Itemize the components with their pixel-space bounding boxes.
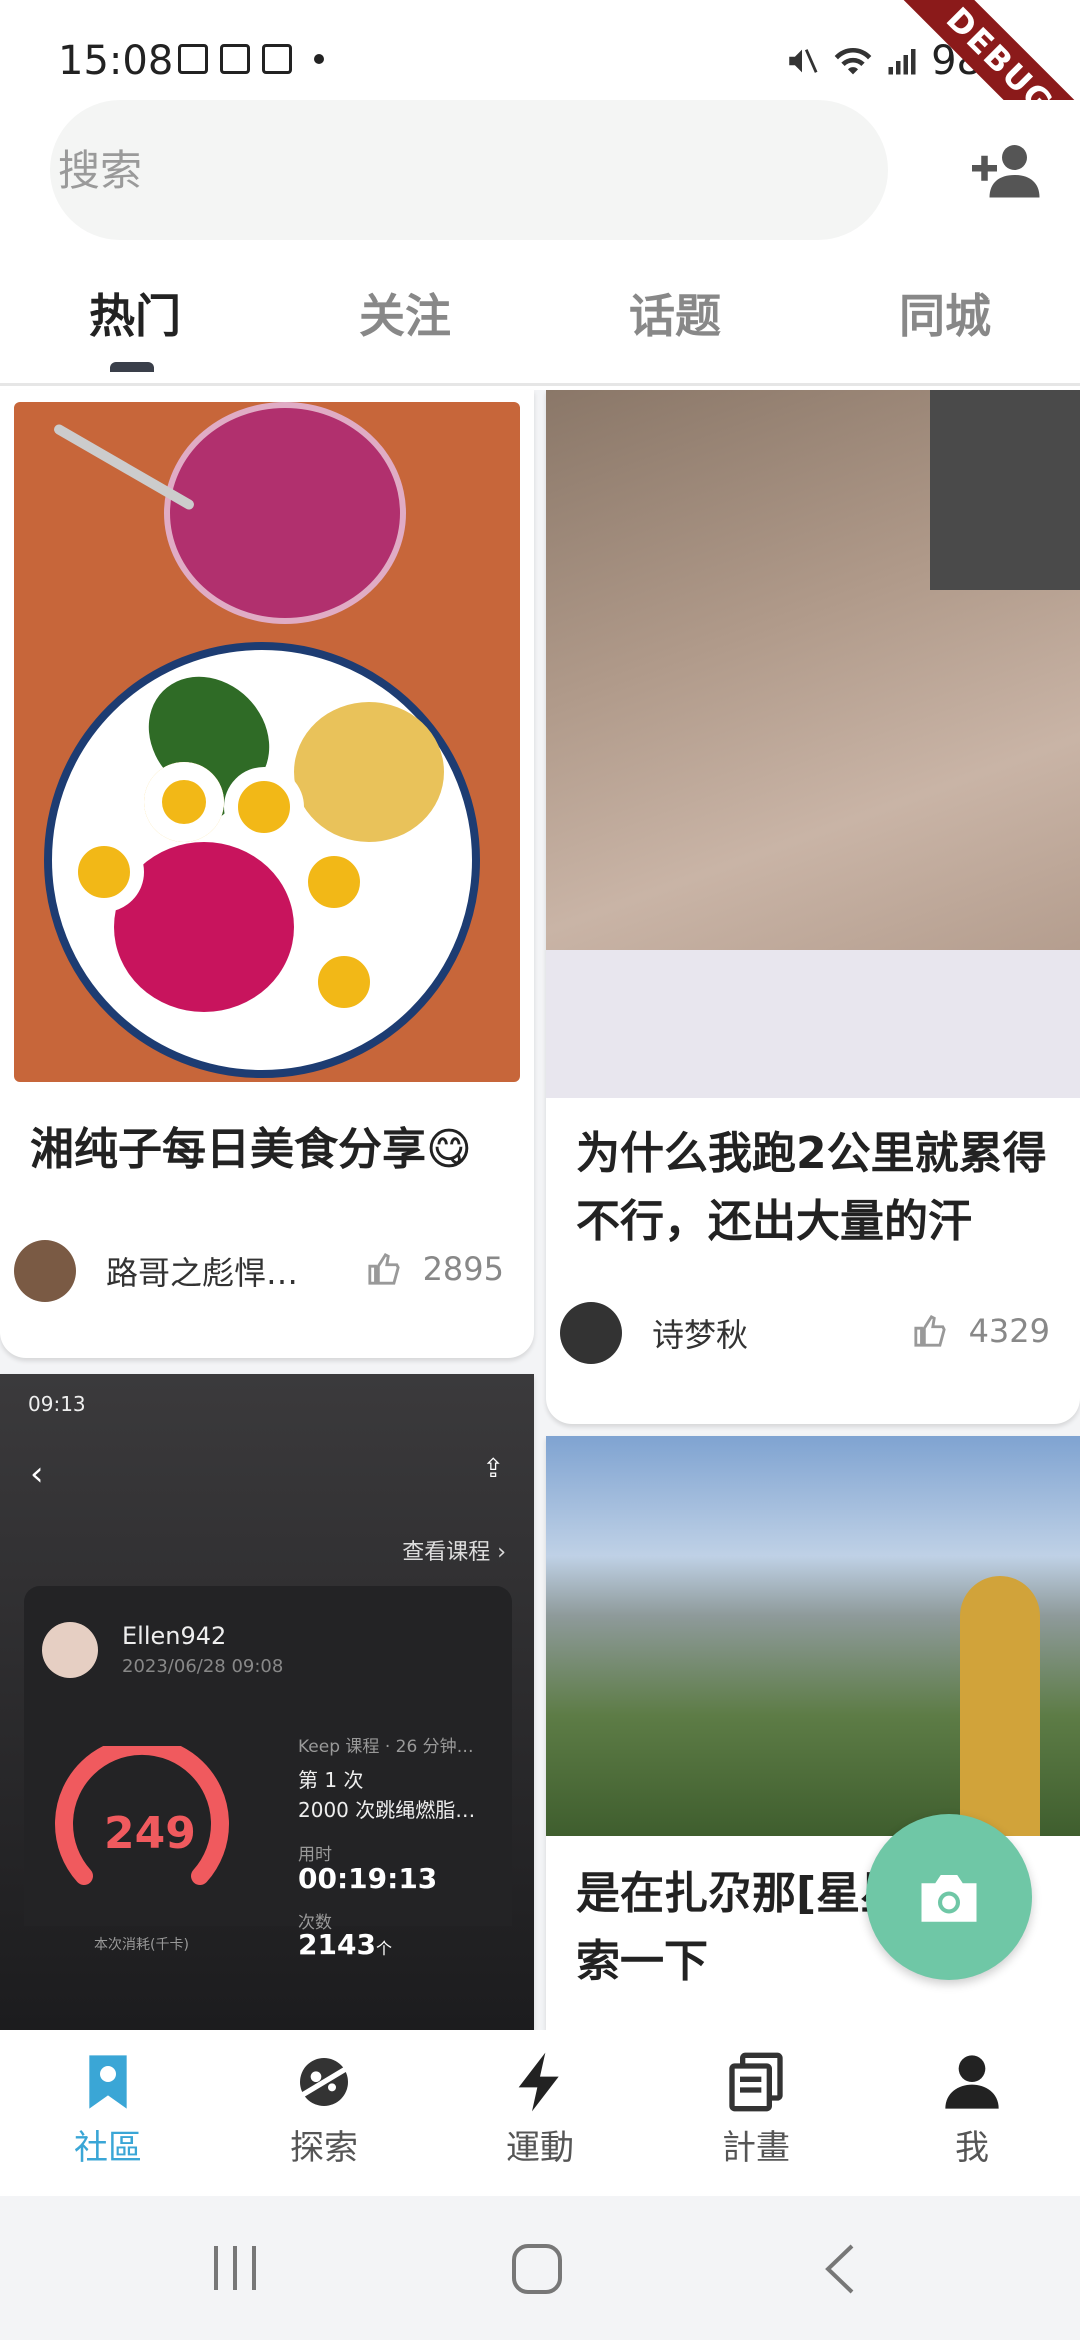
calendar-notification-icon <box>262 44 292 74</box>
status-bar: 15:08 98% DEBUG <box>0 0 1080 185</box>
count-number: 2143 <box>298 1928 376 1961</box>
course-name: 2000 次跳绳燃脂… <box>298 1798 476 1822</box>
person-figure <box>960 1576 1040 1836</box>
signal-icon <box>888 49 916 75</box>
author-name: 路哥之彪悍… <box>106 1254 299 1292</box>
workout-user: Ellen942 <box>122 1622 227 1650</box>
tab-local-label: 同城 <box>899 289 991 343</box>
smoothie-glass <box>164 402 406 624</box>
egg-3 <box>64 832 144 912</box>
egg-4 <box>294 842 374 922</box>
system-navigation-bar <box>0 2196 1080 2340</box>
background-clothes <box>930 390 1080 590</box>
egg-1 <box>144 762 224 842</box>
like-count[interactable]: 4329 <box>913 1312 1050 1350</box>
course-meta: Keep 课程 · 26 分钟… <box>298 1737 474 1757</box>
post-image-workout: 09:13 ‹ ⇪ 查看课程 › Ellen942 2023/06/28 09:… <box>0 1374 534 2030</box>
nav-plan[interactable]: 計畫 <box>648 2030 864 2196</box>
workout-avatar <box>42 1622 98 1678</box>
documents-icon <box>729 2052 783 2112</box>
back-icon[interactable] <box>822 2242 858 2296</box>
notification-icons <box>178 44 324 74</box>
home-icon[interactable] <box>510 2242 564 2296</box>
nav-me[interactable]: 我 <box>864 2030 1080 2196</box>
nav-explore[interactable]: 探索 <box>216 2030 432 2196</box>
thumb-up-icon <box>913 1314 946 1347</box>
view-course-label: 查看课程 <box>402 1540 491 1565</box>
nav-community-label: 社區 <box>74 2128 142 2168</box>
tab-following-label: 关注 <box>359 289 451 343</box>
top-fabric <box>546 950 1080 1098</box>
mute-icon <box>789 49 818 73</box>
calorie-value: 249 <box>104 1808 196 1859</box>
nav-explore-label: 探索 <box>290 2128 358 2168</box>
post-image-food <box>14 402 520 1082</box>
status-time: 15:08 <box>58 38 174 84</box>
session-count: 第 1 次 <box>298 1768 364 1792</box>
nav-sports-label: 運動 <box>506 2128 574 2168</box>
planet-icon <box>295 2058 353 2106</box>
bottom-navigation: 社區 探索 運動 計畫 我 <box>0 2030 1080 2196</box>
post-title: 为什么我跑2公里就累得不行，还出大量的汗 <box>576 1128 1047 1247</box>
steamed-bun <box>294 702 444 842</box>
recent-apps-icon[interactable] <box>210 2242 260 2294</box>
nav-me-label: 我 <box>955 2128 989 2168</box>
post-card-workout[interactable]: 09:13 ‹ ⇪ 查看课程 › Ellen942 2023/06/28 09:… <box>0 1374 534 2030</box>
post-image-landscape <box>546 1436 1080 1836</box>
tab-following[interactable]: 关注 <box>270 280 540 370</box>
header: 热门 关注 话题 同城 <box>0 100 1080 390</box>
person-icon <box>945 2055 999 2109</box>
nav-community[interactable]: 社區 <box>0 2030 216 2196</box>
like-count[interactable]: 2895 <box>367 1250 504 1288</box>
duration-value: 00:19:13 <box>298 1862 438 1895</box>
lightning-icon <box>518 2052 559 2112</box>
add-friend-icon[interactable] <box>972 140 1042 200</box>
back-arrow-icon: ‹ <box>30 1454 44 1494</box>
author-name: 诗梦秋 <box>652 1316 749 1354</box>
tab-local[interactable]: 同城 <box>810 280 1080 370</box>
camera-icon <box>921 1875 977 1922</box>
post-card-food[interactable]: 湘纯子每日美食分享😋 路哥之彪悍… 2895 <box>0 390 534 1358</box>
like-count-value: 2895 <box>422 1250 504 1288</box>
nav-sports[interactable]: 運動 <box>432 2030 648 2196</box>
thumb-up-icon <box>367 1252 400 1285</box>
post-title: 湘纯子每日美食分享😋 <box>30 1124 472 1175</box>
search-input[interactable] <box>56 144 820 196</box>
view-course-link: 查看课程 › <box>402 1540 506 1565</box>
avatar <box>560 1302 622 1364</box>
egg-2 <box>224 767 304 847</box>
header-divider <box>0 383 1080 386</box>
feed-tabs: 热门 关注 话题 同城 <box>0 280 1080 372</box>
checkbox-notification-icon <box>178 44 208 74</box>
share-icon: ⇪ <box>482 1454 504 1484</box>
tab-topics[interactable]: 话题 <box>540 280 810 370</box>
tab-topics-label: 话题 <box>629 289 721 343</box>
search-bar[interactable] <box>50 100 888 240</box>
workout-summary-card: Ellen942 2023/06/28 09:08 249 本次消耗(千卡) K… <box>24 1586 512 1961</box>
post-image-sweat <box>546 390 1080 1098</box>
active-tab-indicator <box>110 362 154 372</box>
camera-post-button[interactable] <box>866 1814 1032 1980</box>
calorie-label: 本次消耗(千卡) <box>94 1937 189 1953</box>
tab-hot-label: 热门 <box>89 289 181 343</box>
tab-hot[interactable]: 热门 <box>0 280 270 372</box>
nav-plan-label: 計畫 <box>722 2128 790 2168</box>
like-count-value: 4329 <box>968 1312 1050 1350</box>
gmail-notification-icon <box>220 44 250 74</box>
avatar <box>14 1240 76 1302</box>
bookmark-pin-icon <box>89 2055 127 2109</box>
workout-status-time: 09:13 <box>28 1392 86 1416</box>
count-value: 2143个 <box>298 1928 392 1961</box>
post-author[interactable]: 诗梦秋 <box>560 1302 748 1364</box>
workout-datetime: 2023/06/28 09:08 <box>122 1656 284 1677</box>
post-author[interactable]: 路哥之彪悍… <box>14 1240 298 1302</box>
count-unit: 个 <box>375 1939 392 1958</box>
wifi-icon <box>834 47 872 75</box>
post-card-sweat[interactable]: 为什么我跑2公里就累得不行，还出大量的汗 诗梦秋 4329 <box>546 390 1080 1424</box>
more-notifications-dot <box>314 54 324 64</box>
egg-5 <box>304 942 384 1022</box>
